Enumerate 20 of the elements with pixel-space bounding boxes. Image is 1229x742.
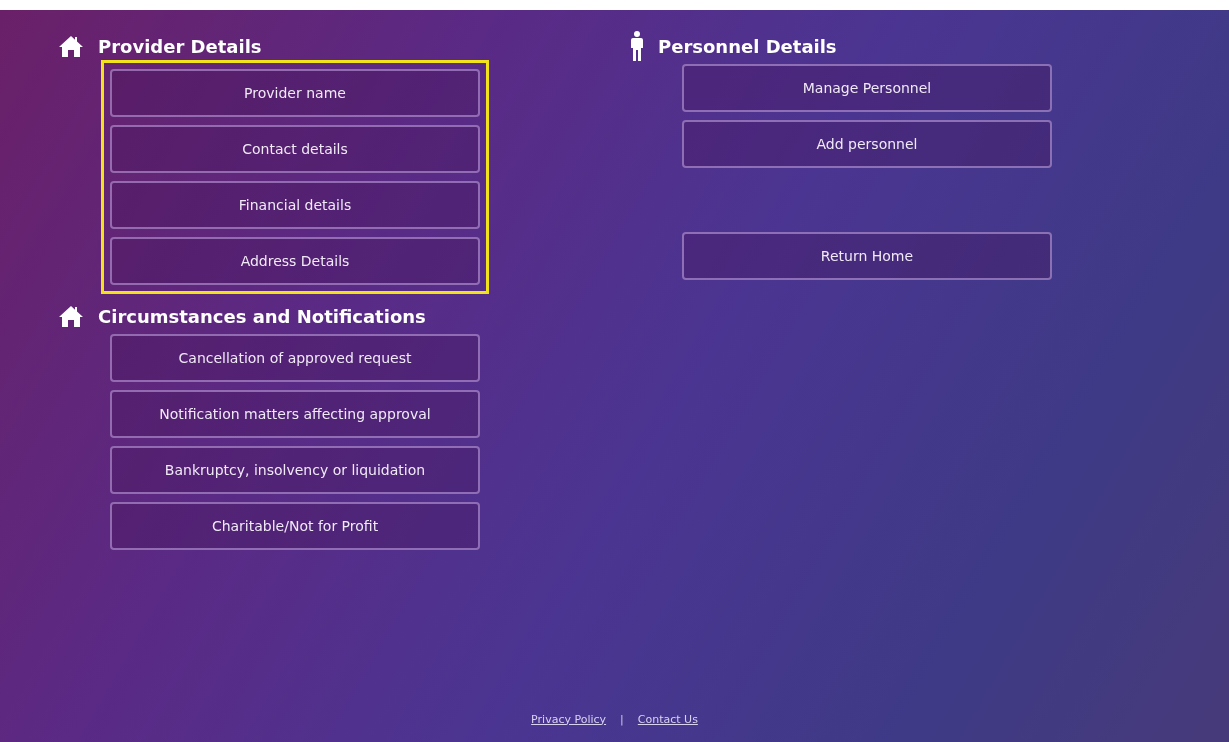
footer-link[interactable]: Privacy Policy [531, 711, 607, 728]
house-icon [58, 303, 84, 329]
menu-button[interactable]: Bankruptcy, insolvency or liquidation [110, 446, 480, 494]
menu-button[interactable]: Notification matters affecting approval [110, 390, 480, 438]
person-icon [630, 31, 644, 61]
section-heading: Personnel Details [658, 34, 837, 59]
section-heading: Provider Details [98, 34, 262, 59]
separator: | [620, 711, 624, 728]
footer-link[interactable]: Contact Us [637, 711, 698, 728]
menu-button[interactable]: Charitable/Not for Profit [110, 502, 480, 550]
menu-button[interactable]: Financial details [110, 181, 480, 229]
menu-button[interactable]: Cancellation of approved request [110, 334, 480, 382]
house-icon [58, 33, 84, 59]
menu-button[interactable]: Return Home [682, 232, 1052, 280]
menu-button[interactable]: Add personnel [682, 120, 1052, 168]
menu-button[interactable]: Manage Personnel [682, 64, 1052, 112]
menu-button[interactable]: Contact details [110, 125, 480, 173]
menu-button[interactable]: Provider name [110, 69, 480, 117]
menu-button[interactable]: Address Details [110, 237, 480, 285]
section-heading: Circumstances and Notifications [98, 304, 426, 329]
